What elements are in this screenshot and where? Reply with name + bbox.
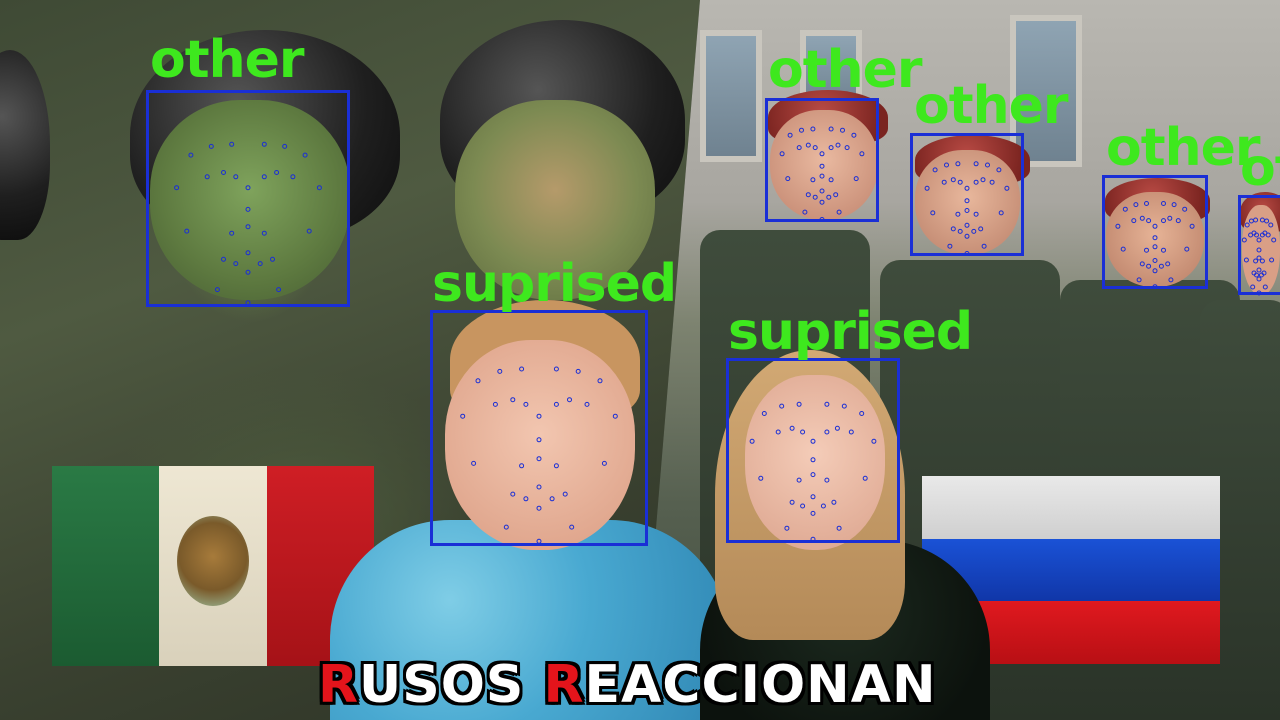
- face-detection-box: [146, 90, 350, 307]
- title-word-2: EACCIONAN: [584, 655, 937, 715]
- face-detection-box: [910, 133, 1024, 256]
- emotion-label: suprised: [728, 302, 973, 362]
- video-thumbnail: other other other other other suprised s…: [0, 0, 1280, 720]
- face-detection-box: [430, 310, 648, 546]
- emotion-label: suprised: [432, 254, 677, 314]
- face-detection-box: [1238, 195, 1280, 295]
- title-initial-1: R: [318, 655, 360, 715]
- face-detection-box: [726, 358, 900, 543]
- title-initial-2: R: [543, 655, 585, 715]
- emotion-label: other: [914, 76, 1069, 136]
- emotion-label: other: [768, 40, 923, 100]
- emotion-label: other: [150, 30, 305, 90]
- face-detection-box: [1102, 175, 1208, 289]
- video-title: RUSOS REACCIONAN: [318, 655, 936, 715]
- face-detection-box: [765, 98, 879, 222]
- title-word-1: USOS: [359, 655, 544, 715]
- emotion-label-partial: other: [1240, 142, 1280, 194]
